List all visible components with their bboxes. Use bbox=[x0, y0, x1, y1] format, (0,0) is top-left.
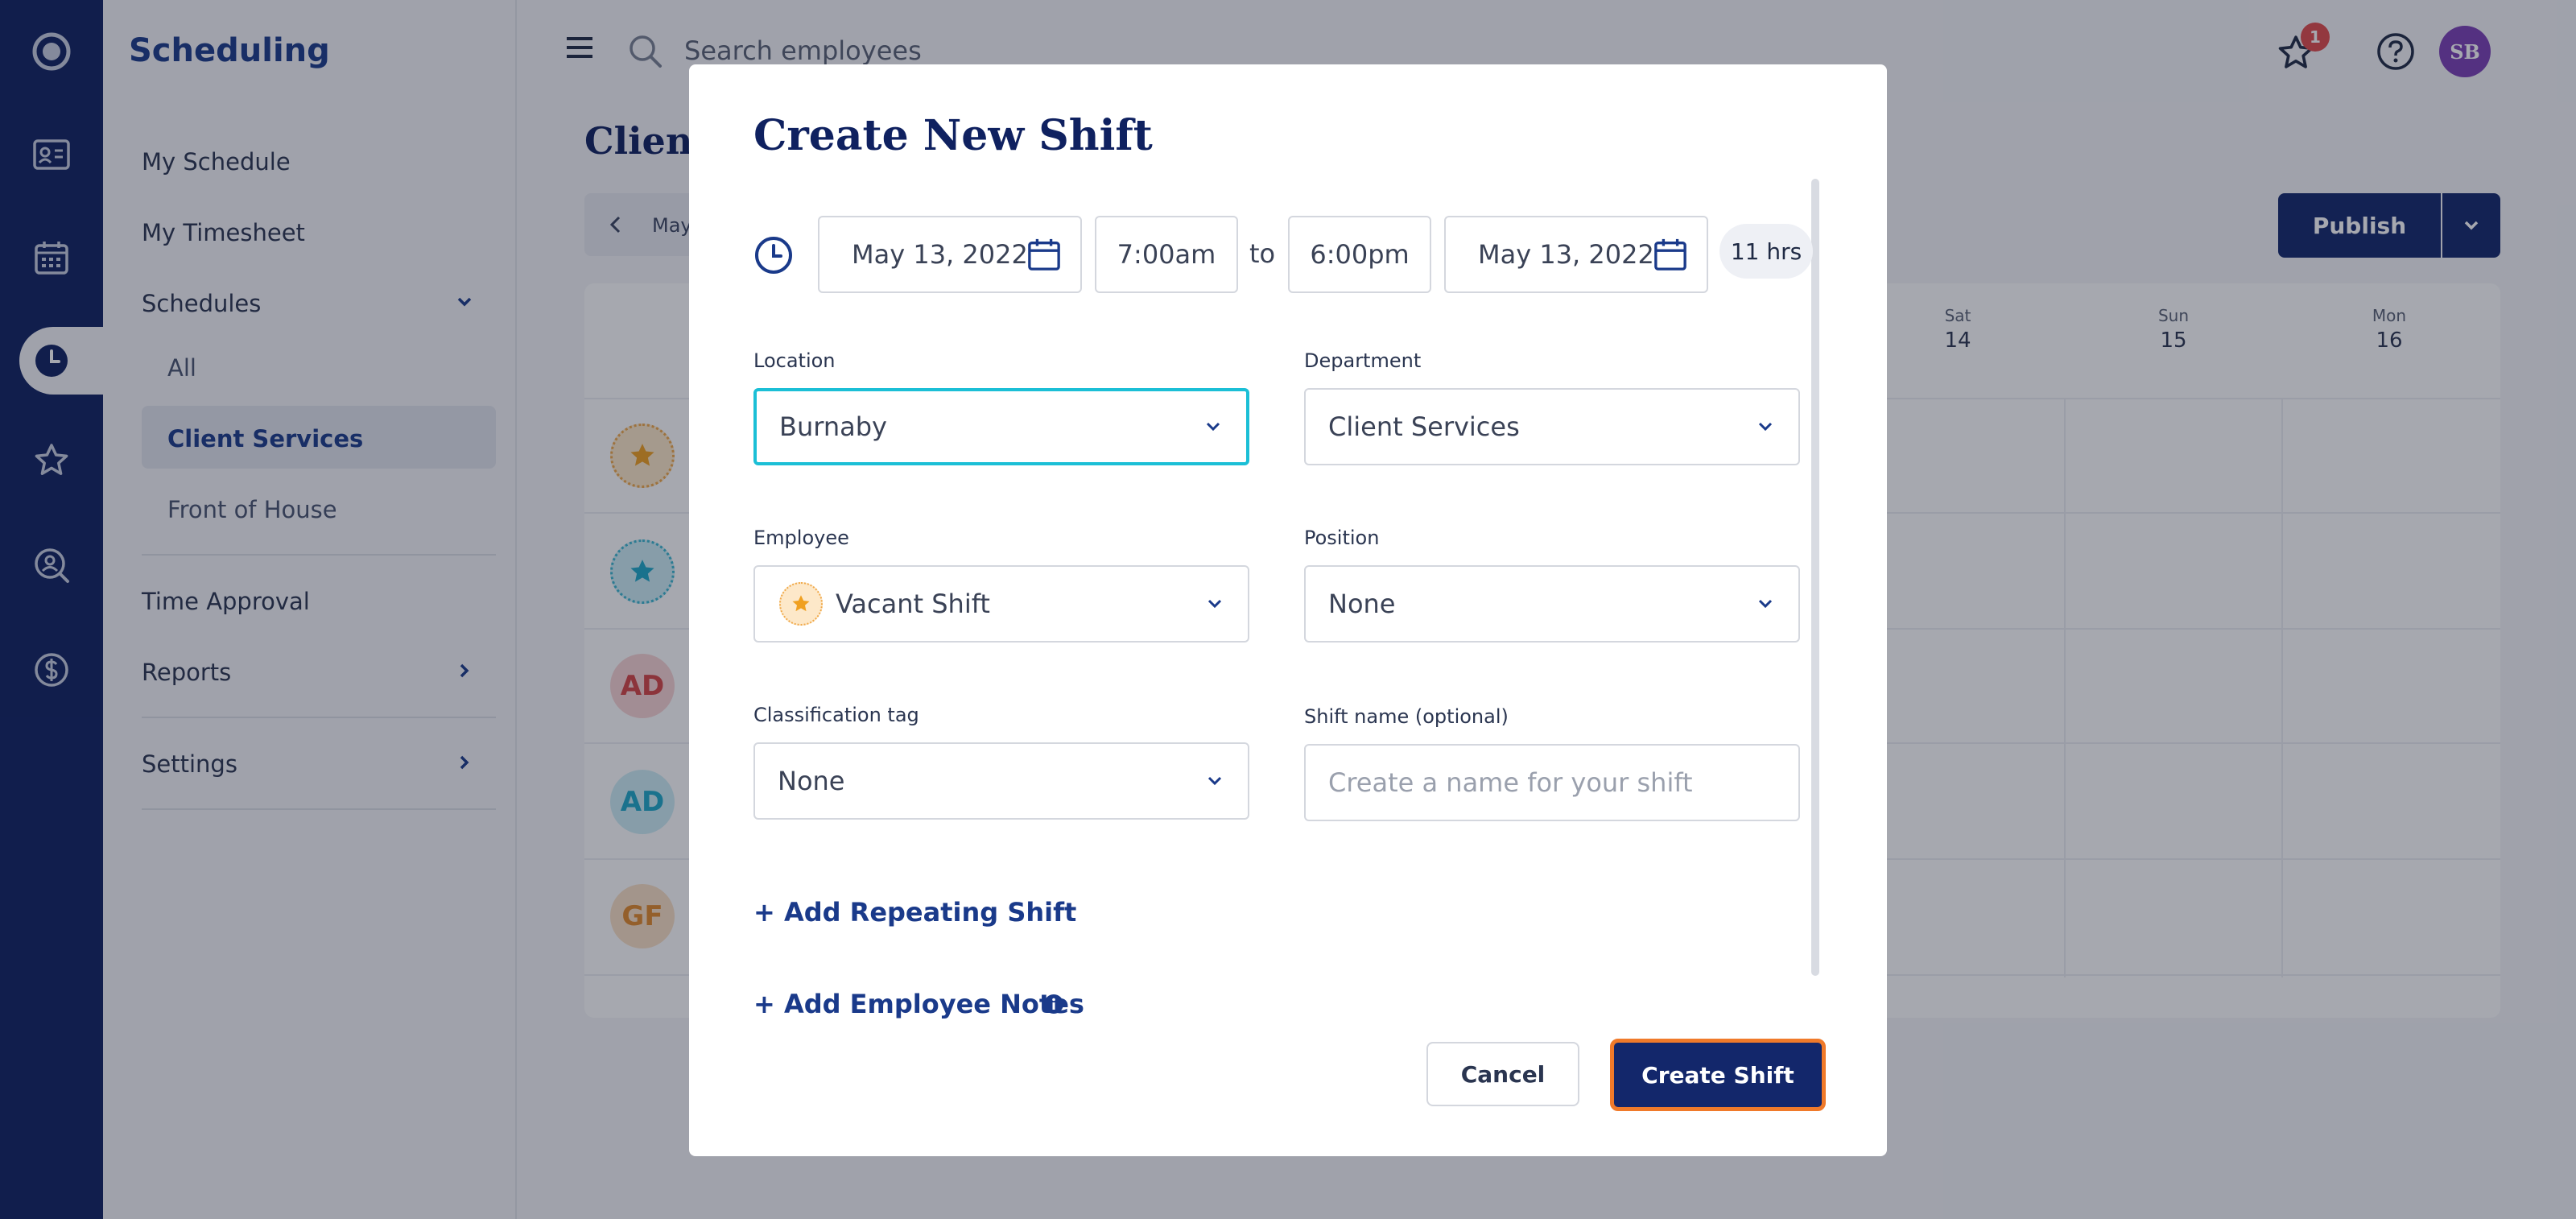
employee-label: Employee bbox=[753, 527, 849, 549]
chevron-down-icon bbox=[1206, 595, 1224, 613]
location-select[interactable]: Burnaby bbox=[753, 388, 1249, 465]
to-label: to bbox=[1249, 238, 1276, 269]
clock-icon bbox=[753, 235, 794, 275]
chevron-down-icon bbox=[1757, 595, 1774, 613]
chevron-down-icon bbox=[1757, 418, 1774, 436]
department-label: Department bbox=[1304, 349, 1422, 372]
classification-select[interactable]: None bbox=[753, 742, 1249, 820]
modal-title: Create New Shift bbox=[753, 111, 1153, 160]
create-shift-modal: Create New Shift May 13, 2022 7:00am to … bbox=[689, 64, 1887, 1156]
end-time-field[interactable]: 6:00pm bbox=[1288, 216, 1431, 293]
cancel-button[interactable]: Cancel bbox=[1426, 1042, 1579, 1106]
chevron-down-icon bbox=[1204, 418, 1222, 436]
calendar-icon[interactable] bbox=[1653, 237, 1687, 272]
end-date-field[interactable]: May 13, 2022 bbox=[1444, 216, 1708, 293]
chevron-down-icon bbox=[1206, 772, 1224, 790]
position-select[interactable]: None bbox=[1304, 565, 1800, 643]
info-icon[interactable] bbox=[1043, 994, 1064, 1014]
modal-scrollbar[interactable] bbox=[1811, 179, 1819, 976]
department-select[interactable]: Client Services bbox=[1304, 388, 1800, 465]
employee-select[interactable]: Vacant Shift bbox=[753, 565, 1249, 643]
create-shift-button[interactable]: Create Shift bbox=[1610, 1039, 1826, 1111]
duration-badge: 11 hrs bbox=[1719, 224, 1813, 279]
vacant-shift-star-icon bbox=[779, 582, 823, 626]
shift-name-label: Shift name (optional) bbox=[1304, 705, 1509, 728]
add-repeating-shift-link[interactable]: + Add Repeating Shift bbox=[753, 897, 1076, 928]
classification-label: Classification tag bbox=[753, 704, 919, 726]
position-label: Position bbox=[1304, 527, 1380, 549]
start-date-field[interactable]: May 13, 2022 bbox=[818, 216, 1082, 293]
location-label: Location bbox=[753, 349, 836, 372]
add-employee-notes-link[interactable]: + Add Employee Notes bbox=[753, 989, 1084, 1019]
shift-name-input[interactable]: Create a name for your shift bbox=[1304, 744, 1800, 821]
start-time-field[interactable]: 7:00am bbox=[1095, 216, 1238, 293]
calendar-icon[interactable] bbox=[1027, 237, 1061, 272]
